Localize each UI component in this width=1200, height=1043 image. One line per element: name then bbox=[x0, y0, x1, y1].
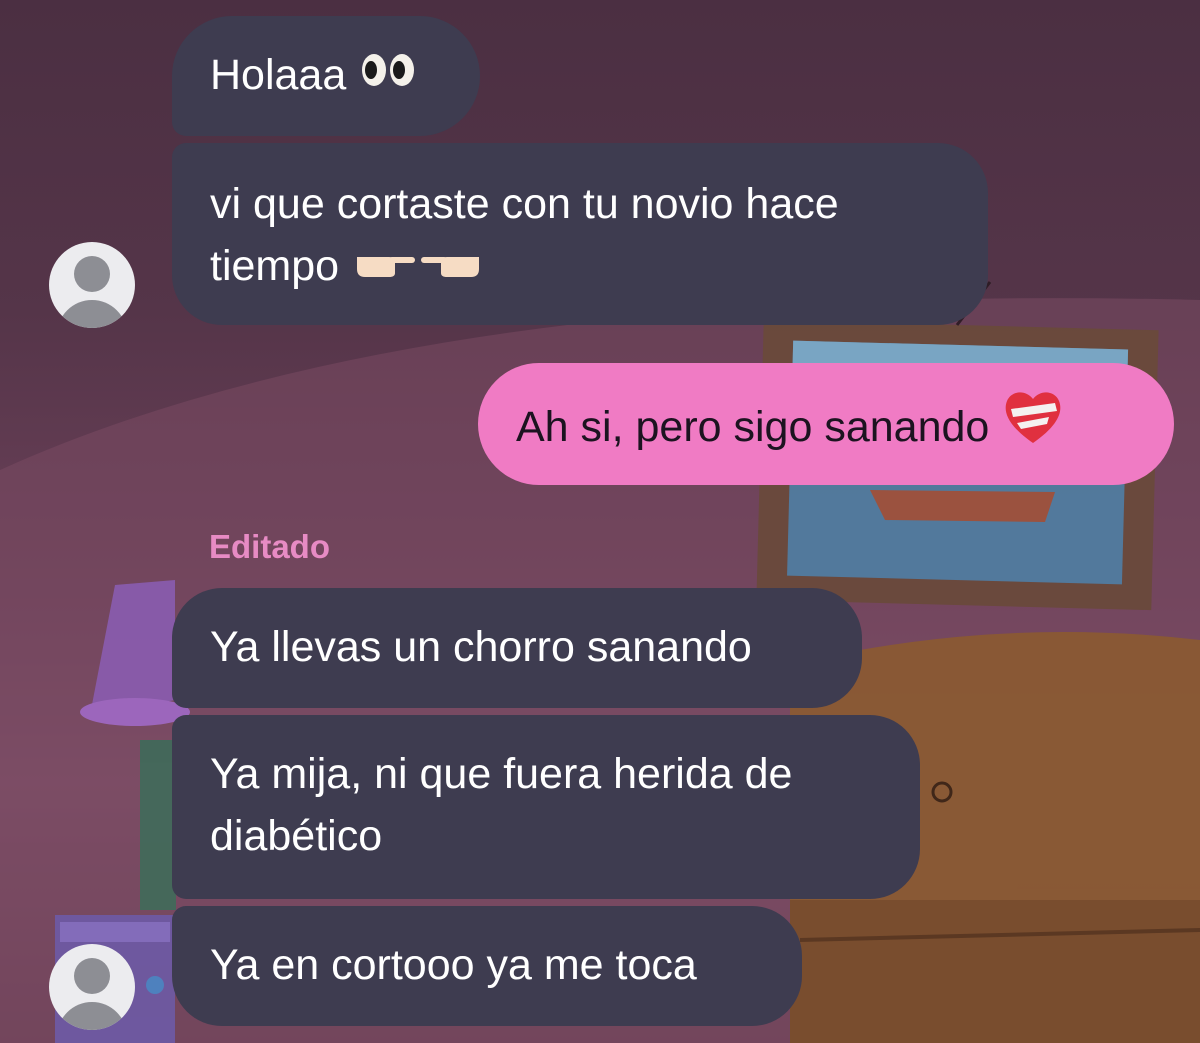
pointing-fingers-emoji bbox=[353, 234, 483, 296]
message-text-line: vi que cortaste con tu novio hace bbox=[210, 180, 839, 228]
message-bubble-outgoing[interactable]: Ah si, pero sigo sanando bbox=[478, 363, 1174, 485]
message-text-line: tiempo bbox=[210, 242, 340, 290]
message-text-line: diabético bbox=[210, 812, 383, 860]
message-text: Ya en cortooo ya me toca bbox=[210, 941, 697, 989]
message-bubble-incoming[interactable]: Holaaa bbox=[172, 16, 480, 136]
message-bubble-incoming[interactable]: Ya mija, ni que fuera herida de diabétic… bbox=[172, 715, 920, 899]
message-text: Ah si, pero sigo sanando bbox=[516, 402, 990, 451]
message-text: Ya llevas un chorro sanando bbox=[210, 623, 752, 671]
eyes-emoji bbox=[360, 43, 418, 105]
message-text: Holaaa bbox=[210, 51, 347, 99]
message-bubble-incoming[interactable]: vi que cortaste con tu novio hace tiempo bbox=[172, 143, 988, 325]
default-avatar-icon[interactable] bbox=[49, 944, 135, 1030]
edited-label: Editado bbox=[209, 528, 330, 565]
message-bubble-incoming[interactable]: Ya en cortooo ya me toca bbox=[172, 906, 802, 1026]
mending-heart-emoji bbox=[1003, 389, 1063, 462]
message-bubble-incoming[interactable]: Ya llevas un chorro sanando bbox=[172, 588, 862, 708]
default-avatar-icon[interactable] bbox=[49, 242, 135, 328]
message-text-line: Ya mija, ni que fuera herida de bbox=[210, 750, 793, 798]
chat-thread: Holaaa vi que cortaste con tu novio hace… bbox=[0, 0, 1200, 1043]
